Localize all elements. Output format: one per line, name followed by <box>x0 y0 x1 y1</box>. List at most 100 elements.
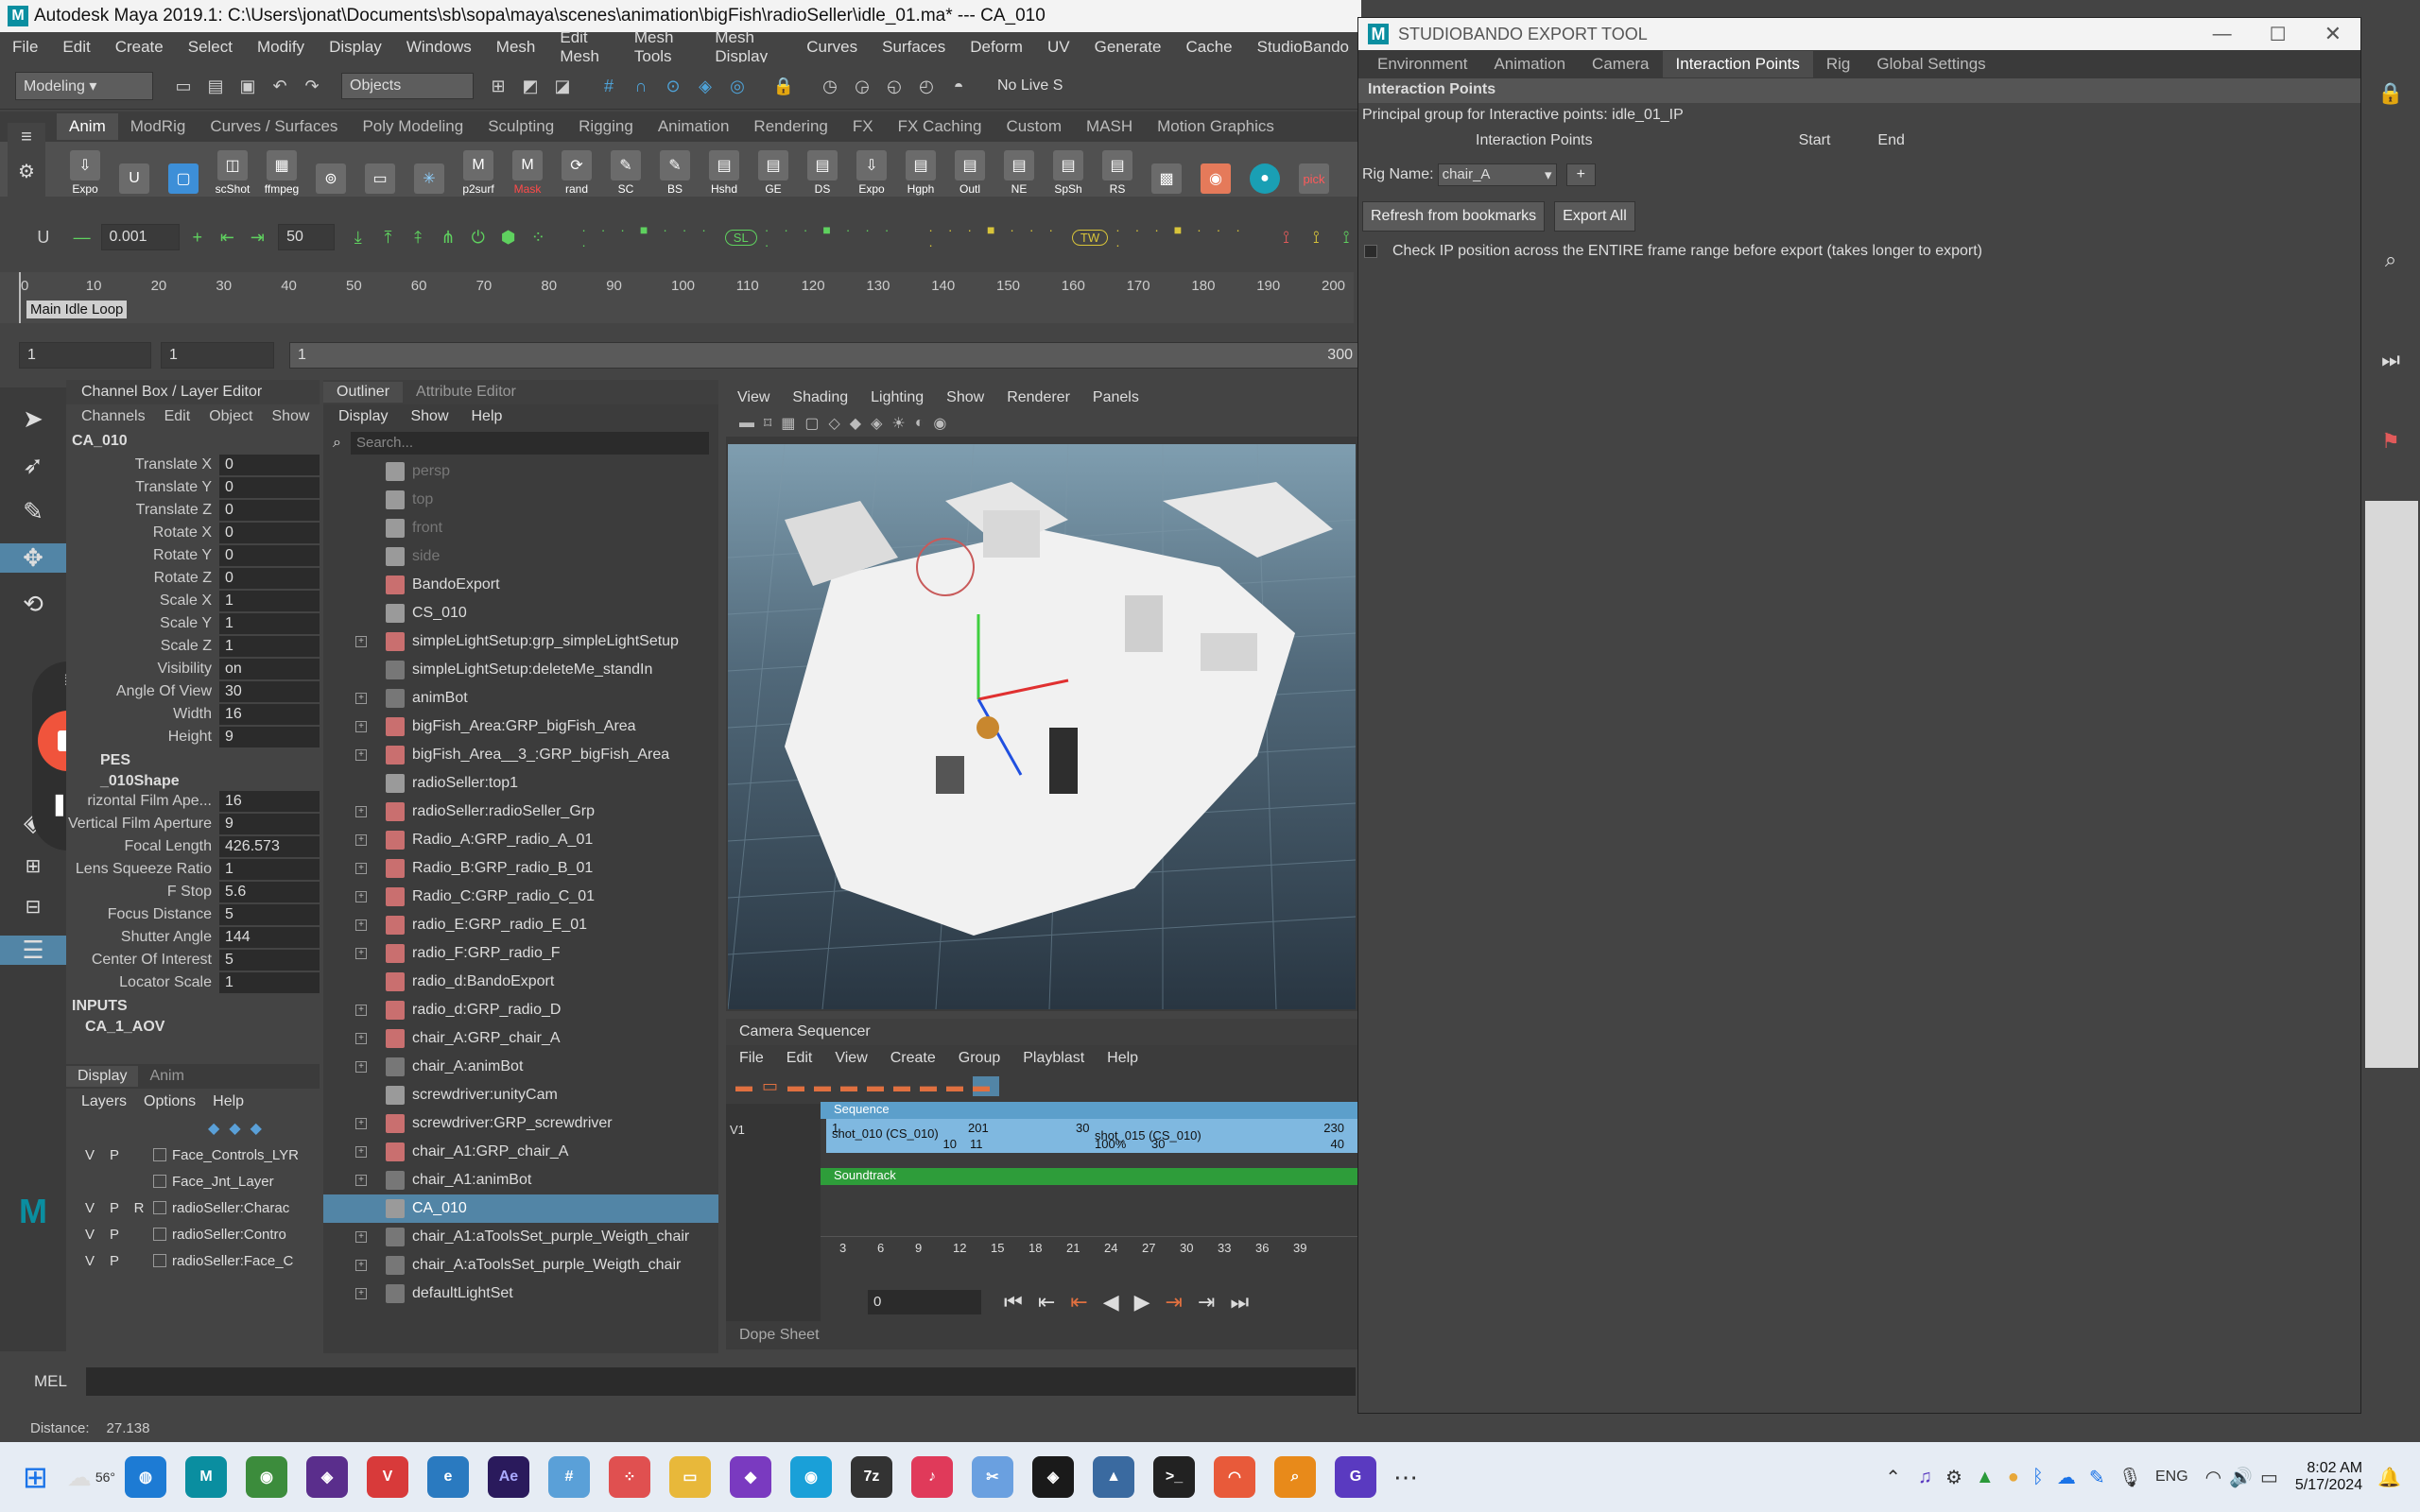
layer-toggle-p[interactable]: P <box>104 1227 125 1243</box>
vpn-icon[interactable]: ◈ <box>305 1456 348 1498</box>
shelf-btn-cube[interactable]: ▢ <box>162 143 205 196</box>
menu-create[interactable]: Create <box>890 1050 936 1067</box>
expand-icon[interactable]: + <box>355 1175 367 1186</box>
shelf-btn-expo2[interactable]: ⇩ Expo <box>850 143 893 196</box>
tween-track-left[interactable]: · · · ■ · · · · <box>928 222 1064 252</box>
channel-value[interactable]: 1 <box>219 591 320 611</box>
terminal-icon[interactable]: >_ <box>1152 1456 1195 1498</box>
menu-view[interactable]: View <box>737 389 769 406</box>
edge-icon[interactable]: e <box>426 1456 469 1498</box>
select-tool-icon[interactable]: ➤ <box>0 404 66 434</box>
channel-row[interactable]: Scale Z 1 <box>66 635 320 658</box>
expand-icon[interactable]: + <box>355 749 367 761</box>
outliner-item[interactable]: + bigFish_Area:GRP_bigFish_Area <box>323 713 718 741</box>
outliner-item[interactable]: + bigFish_Area__3_:GRP_bigFish_Area <box>323 741 718 769</box>
channel-row[interactable]: Focal Length 426.573 <box>66 835 320 858</box>
channel-row[interactable]: Translate Z 0 <box>66 499 320 522</box>
channel-row[interactable]: Scale Y 1 <box>66 612 320 635</box>
channel-value[interactable]: 5.6 <box>219 882 320 902</box>
shelf-tab-rendering[interactable]: Rendering <box>741 113 839 140</box>
new-layer-selected-icon[interactable]: ◆ <box>251 1119 262 1138</box>
shelf-tab-anim[interactable]: Anim <box>57 113 118 140</box>
step-forward-key-icon[interactable]: ⇥ <box>1198 1290 1215 1314</box>
search-app-icon[interactable]: ⌕ <box>1273 1456 1316 1498</box>
outliner-item[interactable]: CA_010 <box>323 1194 718 1223</box>
slider-track-mid[interactable]: · · · ■ · · · · <box>765 222 901 252</box>
shelf-btn-mask[interactable]: M Mask <box>506 143 549 196</box>
github-icon[interactable]: G <box>1334 1456 1376 1498</box>
resolution-gate-icon[interactable]: ▢ <box>804 414 828 433</box>
expand-icon[interactable]: + <box>355 1288 367 1299</box>
outliner-item[interactable]: + chair_A1:aToolsSet_purple_Weigth_chair <box>323 1223 718 1251</box>
render-setup-icon[interactable]: ◓ <box>947 75 970 97</box>
pen-icon[interactable]: ✎ <box>2089 1466 2105 1489</box>
smooth-shade-icon[interactable]: ◆ <box>850 414 871 433</box>
expand-icon[interactable]: + <box>355 891 367 902</box>
layer-color-swatch[interactable] <box>153 1254 166 1267</box>
outliner-item[interactable]: + Radio_B:GRP_radio_B_01 <box>323 854 718 883</box>
search-icon[interactable]: ⌕ <box>2361 248 2420 272</box>
battery-icon[interactable]: ▭ <box>2260 1466 2278 1489</box>
rotate-tool-icon[interactable]: ⟲ <box>0 590 66 619</box>
menu-shading[interactable]: Shading <box>792 389 848 406</box>
shelf-btn-hshd[interactable]: ▤ Hshd <box>702 143 746 196</box>
go-to-end-icon[interactable]: ⏭ <box>2361 348 2420 372</box>
hypershade-icon[interactable]: ◴ <box>915 75 938 97</box>
menuset-dropdown[interactable]: Modeling ▾ <box>15 71 153 100</box>
current-frame-field[interactable]: 0 <box>868 1290 981 1314</box>
bookmark-icon[interactable]: ⌑ <box>764 414 781 433</box>
shelf-tab-mash[interactable]: MASH <box>1074 113 1145 140</box>
maximize-icon[interactable]: ☐ <box>2270 23 2287 46</box>
shelf-tab-curves[interactable]: Curves / Surfaces <box>198 113 350 140</box>
layer-color-swatch[interactable] <box>153 1228 166 1241</box>
side-viewport[interactable] <box>2365 501 2418 1068</box>
browser-icon[interactable]: ◍ <box>124 1456 166 1498</box>
channel-row[interactable]: F Stop 5.6 <box>66 881 320 903</box>
menu-edit-mesh[interactable]: Edit Mesh <box>560 28 610 66</box>
tab-interaction-points[interactable]: Interaction Points <box>1662 51 1813 77</box>
go-to-end-icon[interactable]: ⏭ <box>1230 1290 1249 1314</box>
ripple-icon[interactable]: ▬ <box>867 1076 893 1096</box>
onedrive-icon[interactable]: ☁ <box>2057 1466 2076 1489</box>
outliner-item[interactable]: + radio_d:GRP_radio_D <box>323 996 718 1024</box>
maya-app-icon[interactable]: M <box>184 1456 227 1498</box>
shelf-btn-star[interactable]: ✳ <box>407 143 451 196</box>
expand-icon[interactable]: + <box>355 1260 367 1271</box>
go-to-start-icon[interactable]: ⏮ <box>1004 1290 1023 1314</box>
shelf-btn-magnet[interactable]: U <box>112 143 156 196</box>
display-layer-row[interactable]: V PradioSeller:Contro <box>66 1221 320 1247</box>
select-hierarchy-icon[interactable]: ⊞ <box>487 75 510 97</box>
snipping-icon[interactable]: ✂ <box>971 1456 1013 1498</box>
isolate-icon[interactable]: ◉ <box>933 414 956 433</box>
menu-create[interactable]: Create <box>115 38 164 57</box>
channel-row[interactable]: Rotate Z 0 <box>66 567 320 590</box>
shelf-btn-ffmpeg[interactable]: ▦ ffmpeg <box>260 143 303 196</box>
layer-toggle-r[interactable]: R <box>129 1200 149 1216</box>
display-layer-row[interactable]: V P RradioSeller:Charac <box>66 1194 320 1221</box>
music-icon[interactable]: ♪ <box>910 1456 953 1498</box>
bookmark-label[interactable]: Main Idle Loop <box>26 301 128 318</box>
language-indicator[interactable]: ENG <box>2155 1469 2188 1486</box>
shelf-tab-sculpting[interactable]: Sculpting <box>475 113 566 140</box>
outliner-item[interactable]: + chair_A:GRP_chair_A <box>323 1024 718 1053</box>
shelf-btn-frame[interactable]: ▭ <box>358 143 402 196</box>
tab-outliner[interactable]: Outliner <box>323 382 404 403</box>
sequence-bar[interactable]: Sequence <box>821 1102 1357 1119</box>
viewport-3d-scene[interactable] <box>728 444 1356 1009</box>
outliner-item[interactable]: + animBot <box>323 684 718 713</box>
new-layer-icon[interactable]: ◆ <box>229 1119 240 1138</box>
menu-options[interactable]: Options <box>144 1093 196 1110</box>
menu-show[interactable]: Show <box>946 389 984 406</box>
rig-name-dropdown[interactable]: chair_A ▾ <box>1437 163 1557 186</box>
split-icon[interactable]: ▬ <box>840 1076 867 1096</box>
app-icon[interactable]: ◆ <box>729 1456 771 1498</box>
minimize-icon[interactable]: — <box>2213 24 2232 45</box>
menu-curves[interactable]: Curves <box>806 38 857 57</box>
channel-row[interactable]: rizontal Film Ape... 16 <box>66 790 320 813</box>
channel-row[interactable]: Height 9 <box>66 726 320 748</box>
channel-value[interactable]: 9 <box>219 727 320 747</box>
key-red-icon[interactable]: ⟟ <box>1276 226 1297 249</box>
asana-icon[interactable]: ⁘ <box>608 1456 650 1498</box>
shelf-tab-poly[interactable]: Poly Modeling <box>350 113 475 140</box>
key-up-icon[interactable]: ⤉ <box>407 226 428 249</box>
